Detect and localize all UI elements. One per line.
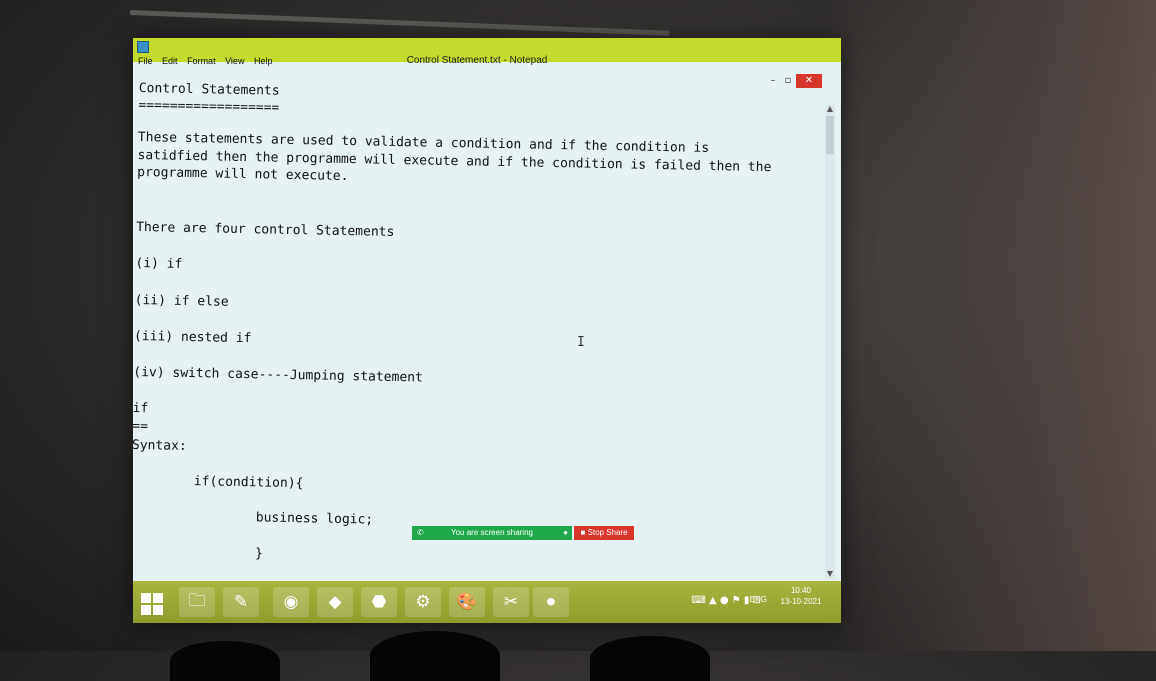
text-cursor-icon: I [577,335,585,350]
program-icon[interactable]: ◆ [317,587,353,617]
scroll-down-arrow-icon[interactable]: ▼ [825,569,835,579]
doc-line: } [133,543,264,562]
doc-line: (iv) switch case----Jumping statement [133,364,424,386]
windows-start-icon[interactable] [141,593,163,615]
doc-line: Syntax: [133,437,187,454]
doc-line: if(condition){ [133,472,304,492]
paint-icon[interactable]: 🎨 [449,587,485,617]
minimize-button[interactable]: – [766,74,780,88]
screen-share-status: ✆ You are screen sharing ● [412,526,572,540]
audience-heads [170,621,730,681]
stop-share-label: Stop Share [587,528,628,537]
snipping-icon[interactable]: ✂ [493,587,529,617]
doc-line: == [133,418,149,435]
stop-share-button[interactable]: ■ Stop Share [574,526,634,540]
zoom-icon[interactable]: ⏺ [533,587,569,617]
doc-line: if [133,400,149,417]
close-button[interactable]: ✕ [796,74,822,88]
media-app-icon[interactable]: ⚙ [405,587,441,617]
projected-screen: File Edit Format View Help Control State… [133,38,841,623]
scroll-up-arrow-icon[interactable]: ▲ [825,104,835,114]
language-indicator[interactable]: ENG [750,595,767,604]
share-phone-icon: ✆ [417,528,424,537]
taskbar: 🗀 ✎ ◉ ◆ ⬣ ⚙ 🎨 ✂ ⏺ ⌨ ▲ ● ⚑ ▮ ⊡ ENG 10:40 … [133,581,841,623]
vertical-scrollbar[interactable]: ▲ ▼ [825,104,835,579]
doc-line: (i) if [135,255,183,272]
maximize-button[interactable]: ▫ [781,74,795,88]
doc-line: There are four control Statements [135,219,395,240]
clock-time: 10:40 [790,586,812,595]
doc-line: business logic; [133,507,374,528]
doc-line: programme will not execute. [137,164,349,185]
text-editor[interactable]: Control Statements ================== Th… [133,78,815,591]
window-title: Control Statement.txt - Notepad [406,55,548,66]
doc-line: Control Statements [138,80,280,99]
notepad-icon[interactable]: ✎ [223,587,259,617]
acrobat-icon[interactable]: ⬣ [361,587,397,617]
doc-line: (iii) nested if [133,328,252,347]
chrome-icon[interactable]: ◉ [273,587,309,617]
scroll-thumb[interactable] [826,116,834,154]
file-explorer-icon[interactable]: 🗀 [179,587,215,617]
shield-icon: ● [563,528,568,537]
doc-line: ================== [138,97,280,116]
doc-line: (ii) if else [134,292,229,310]
projector-bar [129,10,670,36]
clock[interactable]: 10:40 13-10-2021 [771,585,831,607]
clock-date: 13-10-2021 [780,597,822,606]
notepad-app-icon [137,41,149,53]
room-background [826,0,1156,651]
share-status-text: You are screen sharing [451,528,533,537]
